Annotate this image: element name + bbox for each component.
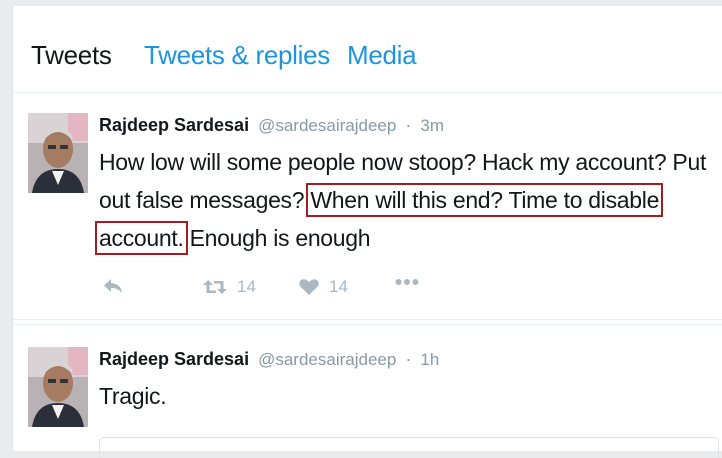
tweet-text-part: Enough is enough bbox=[183, 225, 371, 251]
retweet-button[interactable]: 14 bbox=[203, 277, 256, 297]
tab-tweets[interactable]: Tweets bbox=[31, 40, 112, 71]
avatar[interactable] bbox=[28, 113, 88, 193]
like-button[interactable]: 14 bbox=[299, 277, 348, 297]
separator: · bbox=[405, 349, 412, 369]
timestamp[interactable]: 3m bbox=[420, 116, 444, 135]
heart-icon bbox=[299, 279, 319, 295]
profile-tabs: Tweets Tweets & replies Media bbox=[13, 6, 722, 93]
author-name[interactable]: Rajdeep Sardesai bbox=[99, 349, 249, 369]
avatar[interactable] bbox=[28, 347, 88, 427]
retweet-icon bbox=[203, 280, 227, 294]
retweet-count: 14 bbox=[237, 277, 256, 296]
tweet[interactable]: Rajdeep Sardesai @sardesairajdeep · 1h T… bbox=[13, 324, 722, 458]
like-count: 14 bbox=[329, 277, 348, 296]
author-handle[interactable]: @sardesairajdeep bbox=[258, 350, 396, 369]
tweet-header: Rajdeep Sardesai @sardesairajdeep · 1h bbox=[99, 349, 439, 370]
tweet-header: Rajdeep Sardesai @sardesairajdeep · 3m bbox=[99, 115, 444, 136]
author-name[interactable]: Rajdeep Sardesai bbox=[99, 115, 249, 135]
timestamp[interactable]: 1h bbox=[420, 350, 439, 369]
more-button[interactable] bbox=[395, 277, 419, 287]
profile-timeline: Tweets Tweets & replies Media Rajdeep Sa… bbox=[12, 6, 722, 458]
tweet[interactable]: Rajdeep Sardesai @sardesairajdeep · 3m H… bbox=[13, 93, 722, 320]
reply-icon bbox=[104, 279, 122, 293]
tweet-text: Tragic. bbox=[99, 383, 167, 409]
tweet-text: How low will some people now stoop? Hack… bbox=[94, 143, 714, 257]
tab-tweets-and-replies[interactable]: Tweets & replies bbox=[144, 40, 330, 71]
embedded-card[interactable] bbox=[99, 437, 719, 458]
author-handle[interactable]: @sardesairajdeep bbox=[258, 116, 396, 135]
separator: · bbox=[405, 115, 412, 135]
reply-button[interactable] bbox=[103, 277, 123, 295]
tab-media[interactable]: Media bbox=[347, 40, 417, 71]
more-icon bbox=[395, 279, 419, 285]
